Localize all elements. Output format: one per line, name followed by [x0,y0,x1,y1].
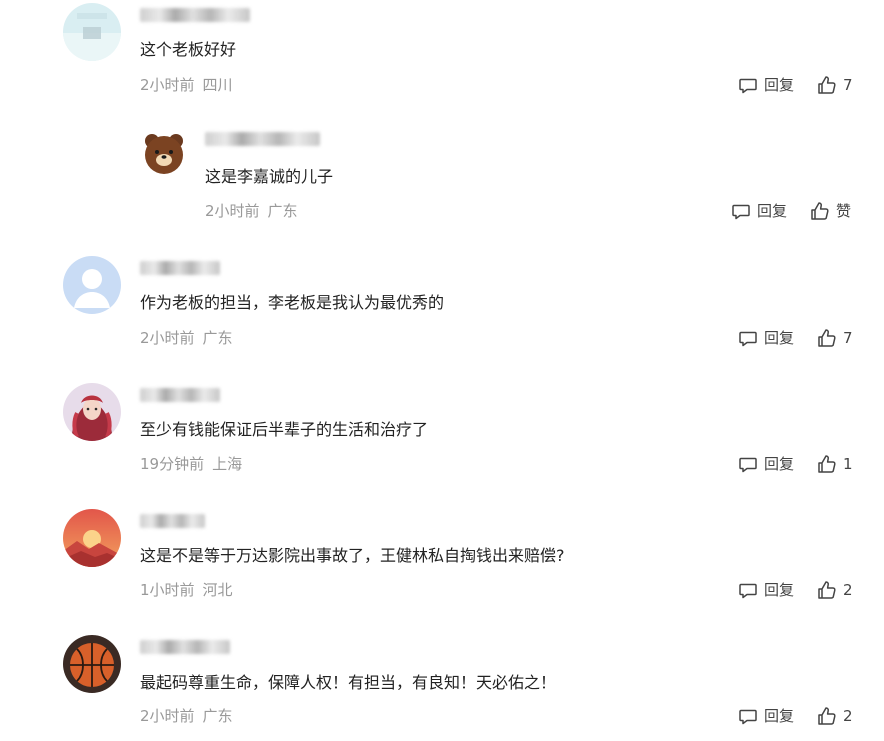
comment-text: 最起码尊重生命，保障人权！有担当，有良知！天必佑之！ [140,673,557,692]
comment-location: 上海 [212,455,243,473]
comment-item: 这个老板好好 2小时前 四川 回复 7 [0,0,884,110]
reply-icon [739,583,757,599]
reply-icon [739,709,757,725]
comment-time: 2小时前 [205,202,260,220]
comment-location: 广东 [202,329,233,347]
reply-icon [732,204,750,220]
avatar[interactable] [63,256,121,314]
comment-text: 这是不是等于万达影院出事故了，王健林私自掏钱出来赔偿? [140,546,565,565]
like-count: 7 [843,329,853,347]
comment-item: 至少有钱能保证后半辈子的生活和治疗了 19分钟前 上海 回复 1 [0,380,884,490]
comment-item: 这是不是等于万达影院出事故了，王健林私自掏钱出来赔偿? 1小时前 河北 回复 2 [0,506,884,616]
comment-location: 广东 [202,707,233,725]
comment-text: 这个老板好好 [140,40,237,59]
comment-meta: 2小时前 广东 [205,201,298,221]
comment-item: 最起码尊重生命，保障人权！有担当，有良知！天必佑之！ 2小时前 广东 回复 2 [0,632,884,741]
username-blurred[interactable] [140,261,220,275]
reply-icon [739,331,757,347]
reply-icon [739,457,757,473]
like-count: 1 [843,455,853,473]
thumbs-up-icon [818,329,836,347]
brown-bear-avatar-icon [140,128,188,176]
basketball-avatar-icon [63,635,121,693]
like-count: 7 [843,76,853,94]
reply-label: 回复 [764,581,795,599]
comment-item: 作为老板的担当，李老板是我认为最优秀的 2小时前 广东 回复 7 [0,253,884,363]
thumbs-up-icon [818,76,836,94]
reply-icon [739,78,757,94]
thumbs-up-icon [818,581,836,599]
comment-time: 1小时前 [140,581,195,599]
reply-label: 回复 [757,202,788,220]
avatar[interactable] [63,3,121,61]
comment-meta: 19分钟前 上海 [140,454,242,474]
comment-meta: 2小时前 广东 [140,328,233,348]
avatar[interactable] [140,128,188,176]
username-blurred[interactable] [140,514,205,528]
reply-button[interactable]: 回复 [738,454,794,474]
comment-meta: 1小时前 河北 [140,580,233,600]
like-button[interactable]: 赞 [810,201,851,221]
comment-location: 四川 [202,76,233,94]
reply-button[interactable]: 回复 [738,328,794,348]
like-button[interactable]: 2 [817,580,853,600]
username-blurred[interactable] [140,388,220,402]
username-blurred[interactable] [205,132,320,146]
comment-time: 2小时前 [140,76,195,94]
avatar[interactable] [63,509,121,567]
reply-button[interactable]: 回复 [731,201,787,221]
anime-character-avatar-icon [63,383,121,441]
comment-time: 2小时前 [140,329,195,347]
comment-location: 河北 [202,581,233,599]
comment-meta: 2小时前 广东 [140,706,233,726]
comment-text: 至少有钱能保证后半辈子的生活和治疗了 [140,420,429,439]
thumbs-up-icon [818,707,836,725]
username-blurred[interactable] [140,8,250,22]
like-count: 赞 [836,202,852,220]
blurred-user-avatar-icon [63,3,121,61]
reply-label: 回复 [764,707,795,725]
reply-label: 回复 [764,329,795,347]
comment-text: 这是李嘉诚的儿子 [205,167,334,186]
comment-meta: 2小时前 四川 [140,75,233,95]
like-button[interactable]: 7 [817,75,853,95]
thumbs-up-icon [811,202,829,220]
comment-location: 广东 [267,202,298,220]
avatar[interactable] [63,635,121,693]
reply-label: 回复 [764,76,795,94]
thumbs-up-icon [818,455,836,473]
reply-label: 回复 [764,455,795,473]
reply-button[interactable]: 回复 [738,706,794,726]
reply-comment-item: 这是李嘉诚的儿子 2小时前 广东 回复 赞 [0,120,884,230]
like-count: 2 [843,707,853,725]
like-button[interactable]: 2 [817,706,853,726]
like-count: 2 [843,581,853,599]
comment-time: 2小时前 [140,707,195,725]
comment-time: 19分钟前 [140,455,205,473]
like-button[interactable]: 7 [817,328,853,348]
reply-button[interactable]: 回复 [738,75,794,95]
like-button[interactable]: 1 [817,454,853,474]
username-blurred[interactable] [140,640,230,654]
reply-button[interactable]: 回复 [738,580,794,600]
comment-text: 作为老板的担当，李老板是我认为最优秀的 [140,293,445,312]
avatar[interactable] [63,383,121,441]
default-user-avatar-icon [63,256,121,314]
sunset-landscape-avatar-icon [63,509,121,567]
